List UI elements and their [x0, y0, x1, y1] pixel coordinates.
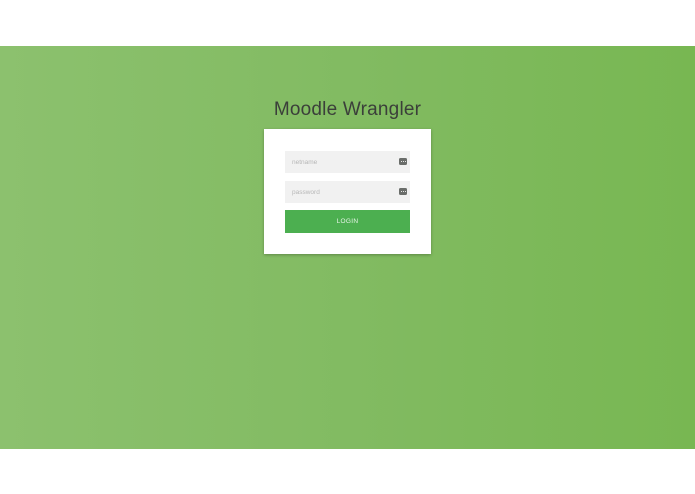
- more-icon[interactable]: [399, 158, 407, 165]
- login-button[interactable]: LOGIN: [285, 210, 410, 233]
- page: Moodle Wrangler LOGIN: [0, 0, 695, 494]
- app-title: Moodle Wrangler: [273, 99, 422, 120]
- password-input[interactable]: [285, 181, 395, 203]
- username-input[interactable]: [285, 151, 395, 173]
- username-field[interactable]: [285, 151, 410, 173]
- more-icon[interactable]: [399, 188, 407, 195]
- login-card: LOGIN: [264, 129, 431, 254]
- password-field[interactable]: [285, 181, 410, 203]
